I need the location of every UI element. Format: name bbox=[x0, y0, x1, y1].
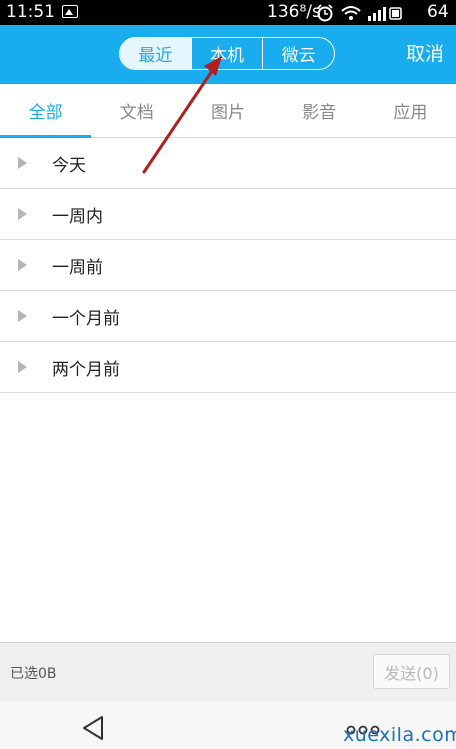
send-button[interactable]: 发送(0) bbox=[373, 654, 450, 689]
expand-arrow-icon bbox=[18, 259, 27, 271]
list-item-label: 一周前 bbox=[52, 258, 103, 278]
selected-size-label: 已选0B bbox=[10, 666, 57, 682]
expand-arrow-icon bbox=[18, 208, 27, 220]
status-bar: 11:51 136⁸/s 64 bbox=[0, 0, 456, 25]
list-item-label: 一个月前 bbox=[52, 309, 120, 329]
title-bar: 最近 本机 微云 取消 bbox=[0, 25, 456, 84]
watermark: xuexila.com bbox=[343, 724, 456, 746]
list-item[interactable]: 一周内 bbox=[0, 189, 456, 240]
status-icons bbox=[317, 4, 402, 22]
alarm-icon bbox=[317, 4, 333, 22]
expand-arrow-icon bbox=[18, 310, 27, 322]
image-notification-icon bbox=[62, 5, 78, 18]
network-speed: 136⁸/s bbox=[267, 2, 321, 22]
expand-arrow-icon bbox=[18, 361, 27, 373]
list-item[interactable]: 两个月前 bbox=[0, 342, 456, 393]
back-icon[interactable] bbox=[80, 715, 106, 741]
tab-images[interactable]: 图片 bbox=[182, 84, 273, 137]
selection-footer: 已选0B 发送(0) bbox=[0, 642, 456, 701]
expand-arrow-icon bbox=[18, 157, 27, 169]
segment-recent[interactable]: 最近 bbox=[120, 38, 191, 69]
tab-all[interactable]: 全部 bbox=[0, 84, 92, 138]
time-group-list: 今天 一周内 一周前 一个月前 两个月前 bbox=[0, 138, 456, 393]
list-item-label: 两个月前 bbox=[52, 360, 120, 380]
tab-media[interactable]: 影音 bbox=[274, 84, 365, 137]
source-segmented-control: 最近 本机 微云 bbox=[119, 37, 335, 70]
category-tabs: 全部 文档 图片 影音 应用 bbox=[0, 84, 456, 138]
cancel-button[interactable]: 取消 bbox=[406, 39, 444, 66]
clock: 11:51 bbox=[6, 2, 55, 22]
signal-icon bbox=[368, 7, 386, 21]
list-item-label: 一周内 bbox=[52, 207, 103, 227]
wifi-icon bbox=[341, 6, 361, 20]
tab-documents[interactable]: 文档 bbox=[91, 84, 182, 137]
segment-local[interactable]: 本机 bbox=[190, 38, 263, 69]
tab-apps[interactable]: 应用 bbox=[365, 84, 456, 137]
list-item[interactable]: 一周前 bbox=[0, 240, 456, 291]
battery-icon bbox=[389, 7, 402, 20]
list-item[interactable]: 今天 bbox=[0, 138, 456, 189]
list-item-label: 今天 bbox=[52, 156, 86, 176]
segment-weiyun[interactable]: 微云 bbox=[262, 38, 334, 69]
battery-level: 64 bbox=[427, 2, 449, 22]
list-item[interactable]: 一个月前 bbox=[0, 291, 456, 342]
